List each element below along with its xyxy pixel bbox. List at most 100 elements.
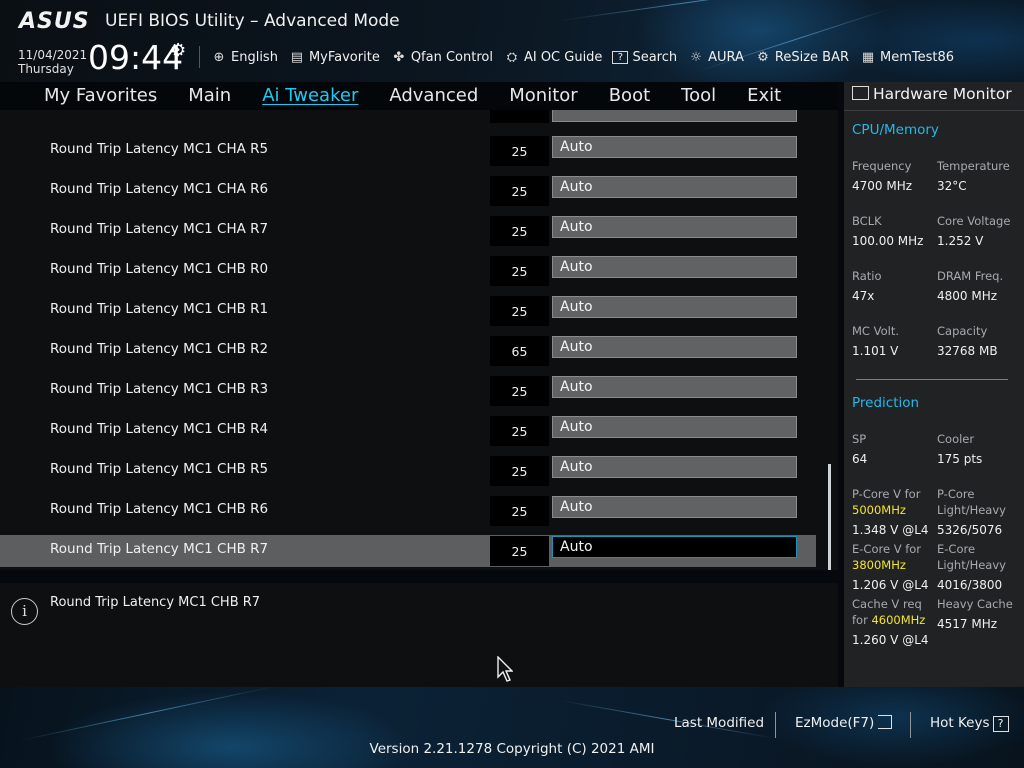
cache-v-freq: 4600MHz <box>871 613 926 627</box>
setting-option-select[interactable]: Auto <box>552 336 797 358</box>
frequency-label: Frequency <box>852 159 912 173</box>
setting-label: Round Trip Latency MC1 CHB R3 <box>50 381 269 397</box>
clock-display[interactable]: 09:44 <box>88 38 183 77</box>
setting-label: Round Trip Latency MC1 CHB R0 <box>50 261 269 277</box>
setting-row[interactable]: Round Trip Latency MC1 CHB R2 65 Auto <box>0 335 816 367</box>
sp-value: 64 <box>852 452 868 466</box>
toolbar-aiocguide-button[interactable]: ⛭ AI OC Guide <box>503 50 603 65</box>
setting-option-select[interactable]: Auto <box>552 416 797 438</box>
toolbar-resizebar-button[interactable]: ⚙ ReSize BAR <box>754 50 849 65</box>
mc-volt-value: 1.101 V <box>852 344 899 358</box>
fan-icon: ✤ <box>393 49 405 65</box>
ratio-label: Ratio <box>852 269 882 283</box>
settings-scrollbar[interactable] <box>828 464 831 570</box>
setting-row[interactable]: Round Trip Latency MC1 CHB R0 25 Auto <box>0 255 816 287</box>
cache-v-label: Cache V req <box>852 597 922 611</box>
tab-tool[interactable]: Tool <box>681 85 716 106</box>
settings-panel: Round Trip Latency MC1 CHA R5 25 Auto Ro… <box>0 110 838 570</box>
setting-row[interactable]: Round Trip Latency MC1 CHB R5 25 Auto <box>0 455 816 487</box>
last-modified-button[interactable]: Last Modified <box>674 715 764 731</box>
pcore-v-label: P-Core V for <box>852 487 921 501</box>
tab-advanced[interactable]: Advanced <box>389 85 478 106</box>
toolbar-aura-button[interactable]: ☼ AURA <box>687 50 744 65</box>
header-divider <box>199 46 200 68</box>
setting-option-select[interactable]: Auto <box>552 136 797 158</box>
cpu-memory-heading: CPU/Memory <box>852 122 939 138</box>
setting-row-selected[interactable]: Round Trip Latency MC1 CHB R7 25 Auto <box>0 535 816 567</box>
setting-option-select[interactable]: Auto <box>552 256 797 278</box>
ezmode-button[interactable]: EzMode(F7) <box>795 715 893 731</box>
weekday-text: Thursday <box>18 62 74 76</box>
setting-current-value: 25 <box>490 136 549 166</box>
tab-monitor[interactable]: Monitor <box>509 85 577 106</box>
setting-option-select[interactable]: Auto <box>552 176 797 198</box>
setting-current-value: 25 <box>490 416 549 446</box>
setting-current-value: 25 <box>490 216 549 246</box>
aura-icon: ☼ <box>690 49 702 65</box>
setting-option-select[interactable]: Auto <box>552 536 797 558</box>
setting-row[interactable]: Round Trip Latency MC1 CHA R6 25 Auto <box>0 175 816 207</box>
setting-row[interactable]: Round Trip Latency MC1 CHB R4 25 Auto <box>0 415 816 447</box>
toolbar-qfan-button[interactable]: ✤ Qfan Control <box>390 50 493 65</box>
toolbar-label: MemTest86 <box>880 49 955 65</box>
toolbar-myfavorite-button[interactable]: ▤ MyFavorite <box>288 50 380 65</box>
setting-label: Round Trip Latency MC1 CHB R2 <box>50 341 269 357</box>
setting-option-select[interactable]: Auto <box>552 376 797 398</box>
ratio-value: 47x <box>852 289 875 303</box>
temperature-label: Temperature <box>937 159 1010 173</box>
toolbar-label: English <box>231 49 278 65</box>
ecore-v-label: E-Core V for <box>852 542 922 556</box>
setting-label: Round Trip Latency MC1 CHB R1 <box>50 301 269 317</box>
toolbar-label: AURA <box>708 49 744 65</box>
hardware-monitor-section-divider <box>856 379 1008 380</box>
version-text: Version 2.21.1278 Copyright (C) 2021 AMI <box>369 741 655 757</box>
pcore-lh-label-2: Light/Heavy <box>937 503 1006 517</box>
setting-label: Round Trip Latency MC1 CHB R7 <box>50 541 269 557</box>
partial-row-value <box>490 110 549 123</box>
setting-current-value: 25 <box>490 296 549 326</box>
info-icon: i <box>11 598 38 625</box>
setting-current-value: 25 <box>490 256 549 286</box>
footer-divider <box>910 712 911 738</box>
setting-current-value: 25 <box>490 376 549 406</box>
setting-row[interactable]: Round Trip Latency MC1 CHB R6 25 Auto <box>0 495 816 527</box>
footer-divider <box>775 712 776 738</box>
tab-main[interactable]: Main <box>188 85 231 106</box>
ecore-v-freq: 3800MHz <box>852 558 906 572</box>
setting-option-select[interactable]: Auto <box>552 296 797 318</box>
pcore-v-freq: 5000MHz <box>852 503 906 517</box>
tab-exit[interactable]: Exit <box>747 85 781 106</box>
setting-label: Round Trip Latency MC1 CHA R5 <box>50 141 269 157</box>
pcore-v-value: 1.348 V @L4 <box>852 523 929 537</box>
dram-freq-value: 4800 MHz <box>937 289 998 303</box>
setting-option-select[interactable]: Auto <box>552 216 797 238</box>
tab-my-favorites[interactable]: My Favorites <box>44 85 157 106</box>
setting-label: Round Trip Latency MC1 CHA R6 <box>50 181 269 197</box>
setting-option-select[interactable]: Auto <box>552 456 797 478</box>
core-voltage-value: 1.252 V <box>937 234 984 248</box>
setting-row[interactable]: Round Trip Latency MC1 CHB R3 25 Auto <box>0 375 816 407</box>
ecore-v-value: 1.206 V @L4 <box>852 578 929 592</box>
hot-keys-button[interactable]: Hot Keys? <box>930 715 1009 732</box>
hot-keys-label: Hot Keys <box>930 715 990 731</box>
ecore-lh-label-2: Light/Heavy <box>937 558 1006 572</box>
toolbar: ⊕ English ▤ MyFavorite ✤ Qfan Control ⛭ … <box>210 47 964 67</box>
setting-option-select[interactable]: Auto <box>552 496 797 518</box>
toolbar-search-button[interactable]: ? Search <box>612 50 677 65</box>
bclk-label: BCLK <box>852 214 882 228</box>
toolbar-label: Qfan Control <box>410 49 493 65</box>
toolbar-english-button[interactable]: ⊕ English <box>210 50 278 65</box>
setting-row[interactable]: Round Trip Latency MC1 CHA R5 25 Auto <box>0 135 816 167</box>
gear-icon[interactable]: ⚙ <box>170 40 186 61</box>
cooler-value: 175 pts <box>937 452 983 466</box>
frequency-value: 4700 MHz <box>852 179 913 193</box>
ecore-lh-label: E-Core <box>937 542 976 556</box>
setting-row[interactable]: Round Trip Latency MC1 CHA R7 25 Auto <box>0 215 816 247</box>
partial-row-select <box>552 110 797 122</box>
setting-row[interactable]: Round Trip Latency MC1 CHB R1 25 Auto <box>0 295 816 327</box>
tab-ai-tweaker[interactable]: Ai Tweaker <box>262 85 358 106</box>
toolbar-memtest-button[interactable]: ▦ MemTest86 <box>859 50 954 65</box>
asus-logo: ASUS <box>19 9 90 34</box>
tab-boot[interactable]: Boot <box>609 85 650 106</box>
ecore-lh-value: 4016/3800 <box>937 578 1003 592</box>
